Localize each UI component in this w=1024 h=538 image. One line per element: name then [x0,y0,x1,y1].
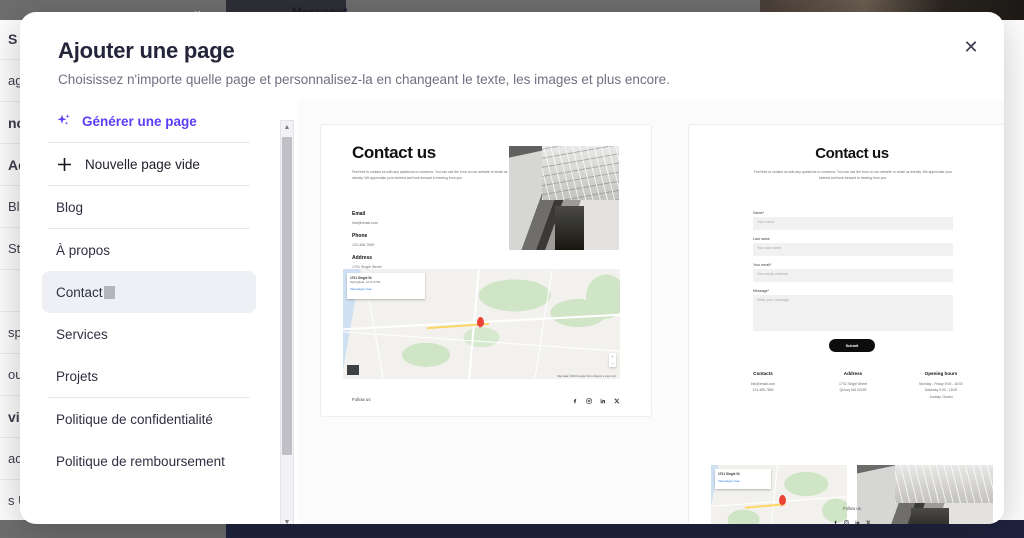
map-card-link[interactable]: View larger map [350,287,422,291]
template-preview-area: Contact us Feel free to contact us with … [298,100,1004,524]
column-title: Opening hours [924,371,958,376]
card-map-embed: 1701 Single St Springfield, VA 071765 Vi… [343,269,620,379]
sidebar-item-label: Générer une page [82,113,197,129]
input-placeholder: Enter your message [757,298,790,302]
social-links[interactable] [572,398,620,404]
facebook-icon[interactable] [833,520,838,524]
card-block-value: info@email.com [352,221,378,225]
scroll-down-icon[interactable]: ▼ [281,516,293,524]
sparkle-icon [56,113,72,129]
page-subtitle: Choisissez n'importe quelle page et pers… [58,72,670,87]
sidebar-item-label: Projets [56,368,99,384]
field-label-message: Message* [753,289,769,293]
column-title: Address [843,371,863,376]
instagram-icon[interactable] [586,398,592,404]
scrollbar-thumb[interactable] [282,137,292,455]
input-placeholder: Your last name [757,246,781,250]
page-title: Ajouter une page [58,38,235,63]
sidebar-item-contact[interactable]: Contact [42,271,256,313]
input-last-name[interactable]: Your last name [753,243,953,256]
field-label-last-name: Last name [753,237,770,241]
page-list-scrollbar[interactable]: ▲ ▼ [280,120,294,524]
sidebar-item-label: Services [56,326,108,342]
map-card-link[interactable]: View larger map [718,479,768,483]
sidebar-item-label: Politique de remboursement [56,453,225,469]
field-label-name: Name* [753,211,764,215]
sidebar-item-blank-page[interactable]: Nouvelle page vide [42,143,256,185]
add-page-modal: Ajouter une page Choisissez n'importe qu… [20,12,1004,524]
column-lines: 1701 Single Street Quincy MA 02169 [839,382,867,393]
footer-column-address: Address 1701 Single Street Quincy MA 021… [805,371,901,394]
card-hero-image [509,146,619,250]
map-zoom-control[interactable]: + − [609,353,616,367]
follow-us-label: Follow us [352,397,371,402]
sidebar-item-blog[interactable]: Blog [42,186,256,228]
input-placeholder: Your email address [757,272,788,276]
map-pin-icon [477,317,484,329]
card-hero-image [857,465,993,524]
zoom-in-icon[interactable]: + [609,353,616,360]
social-links[interactable] [689,520,1004,524]
linkedin-icon[interactable] [600,398,606,404]
card-title: Contact us [815,145,889,162]
sidebar-item-politique-confidentialite[interactable]: Politique de confidentialité [42,398,256,440]
footer-column-opening-hours: Opening hours Monday - Friday 9:00 - 18:… [893,371,989,400]
sidebar-item-label: Contact [56,284,103,300]
sidebar-item-label: Nouvelle page vide [85,156,200,172]
textarea-message[interactable]: Enter your message [753,295,953,331]
sidebar-item-label: À propos [56,242,111,258]
sidebar-item-generate-page[interactable]: Générer une page [42,100,256,142]
column-lines: Monday - Friday 9:00 - 18:00 Saturday 9:… [919,382,963,399]
column-title: Contacts [753,371,773,376]
template-card-contact-two[interactable]: Contact us Feel free to contact us with … [688,124,1004,524]
facebook-icon[interactable] [572,398,578,404]
card-block-label: Email [352,211,366,217]
linkedin-icon[interactable] [855,520,860,524]
template-card-contact-one[interactable]: Contact us Feel free to contact us with … [320,124,652,417]
map-card-subtitle: Springfield, VA 071765 [350,280,381,284]
sidebar-item-label: Blog [56,199,84,215]
map-attribution: Map data ©2024 Google Terms Report a map… [557,375,616,378]
submit-button[interactable]: Submit [829,339,875,352]
x-icon[interactable] [866,520,871,524]
scroll-up-icon[interactable]: ▲ [281,121,293,134]
sidebar-item-politique-remboursement[interactable]: Politique de remboursement [42,440,256,482]
footer-column-contacts: Contacts info@email.com 123-456-7890 [715,371,811,394]
column-lines: info@email.com 123-456-7890 [750,382,776,393]
card-paragraph: Feel free to contact us with any questio… [352,170,508,181]
sidebar-item-a-propos[interactable]: À propos [42,229,256,271]
card-paragraph: Feel free to contact us with any questio… [754,170,952,181]
plus-icon [56,156,73,173]
sidebar-item-label: Politique de confidentialité [56,411,213,427]
follow-us-label: Follow us [843,506,861,511]
input-placeholder: Your name [757,220,775,224]
map-card-title: 1701 Single St [718,472,740,476]
map-logo [347,365,359,375]
card-block-value: 123-456-7890 [352,243,375,247]
sidebar-item-projets[interactable]: Projets [42,355,256,397]
input-email[interactable]: Your email address [753,269,953,282]
map-info-card: 1701 Single St View larger map [715,469,771,489]
sidebar-item-services[interactable]: Services [42,313,256,355]
card-block-label: Phone [352,233,368,239]
map-info-card: 1701 Single St Springfield, VA 071765 Vi… [347,273,425,299]
x-icon[interactable] [614,398,620,404]
text-cursor [103,285,115,299]
instagram-icon[interactable] [844,520,849,524]
card-title: Contact us [352,143,436,162]
map-pin-icon [779,495,786,507]
card-map-embed: 1701 Single St View larger map Map data … [711,465,847,524]
close-icon[interactable]: ✕ [958,34,984,60]
page-list: Générer une page Nouvelle page vide Blog… [38,100,282,524]
input-name[interactable]: Your name [753,217,953,230]
zoom-out-icon[interactable]: − [609,360,616,367]
field-label-email: Your email* [753,263,772,267]
card-block-label: Address [352,255,373,261]
